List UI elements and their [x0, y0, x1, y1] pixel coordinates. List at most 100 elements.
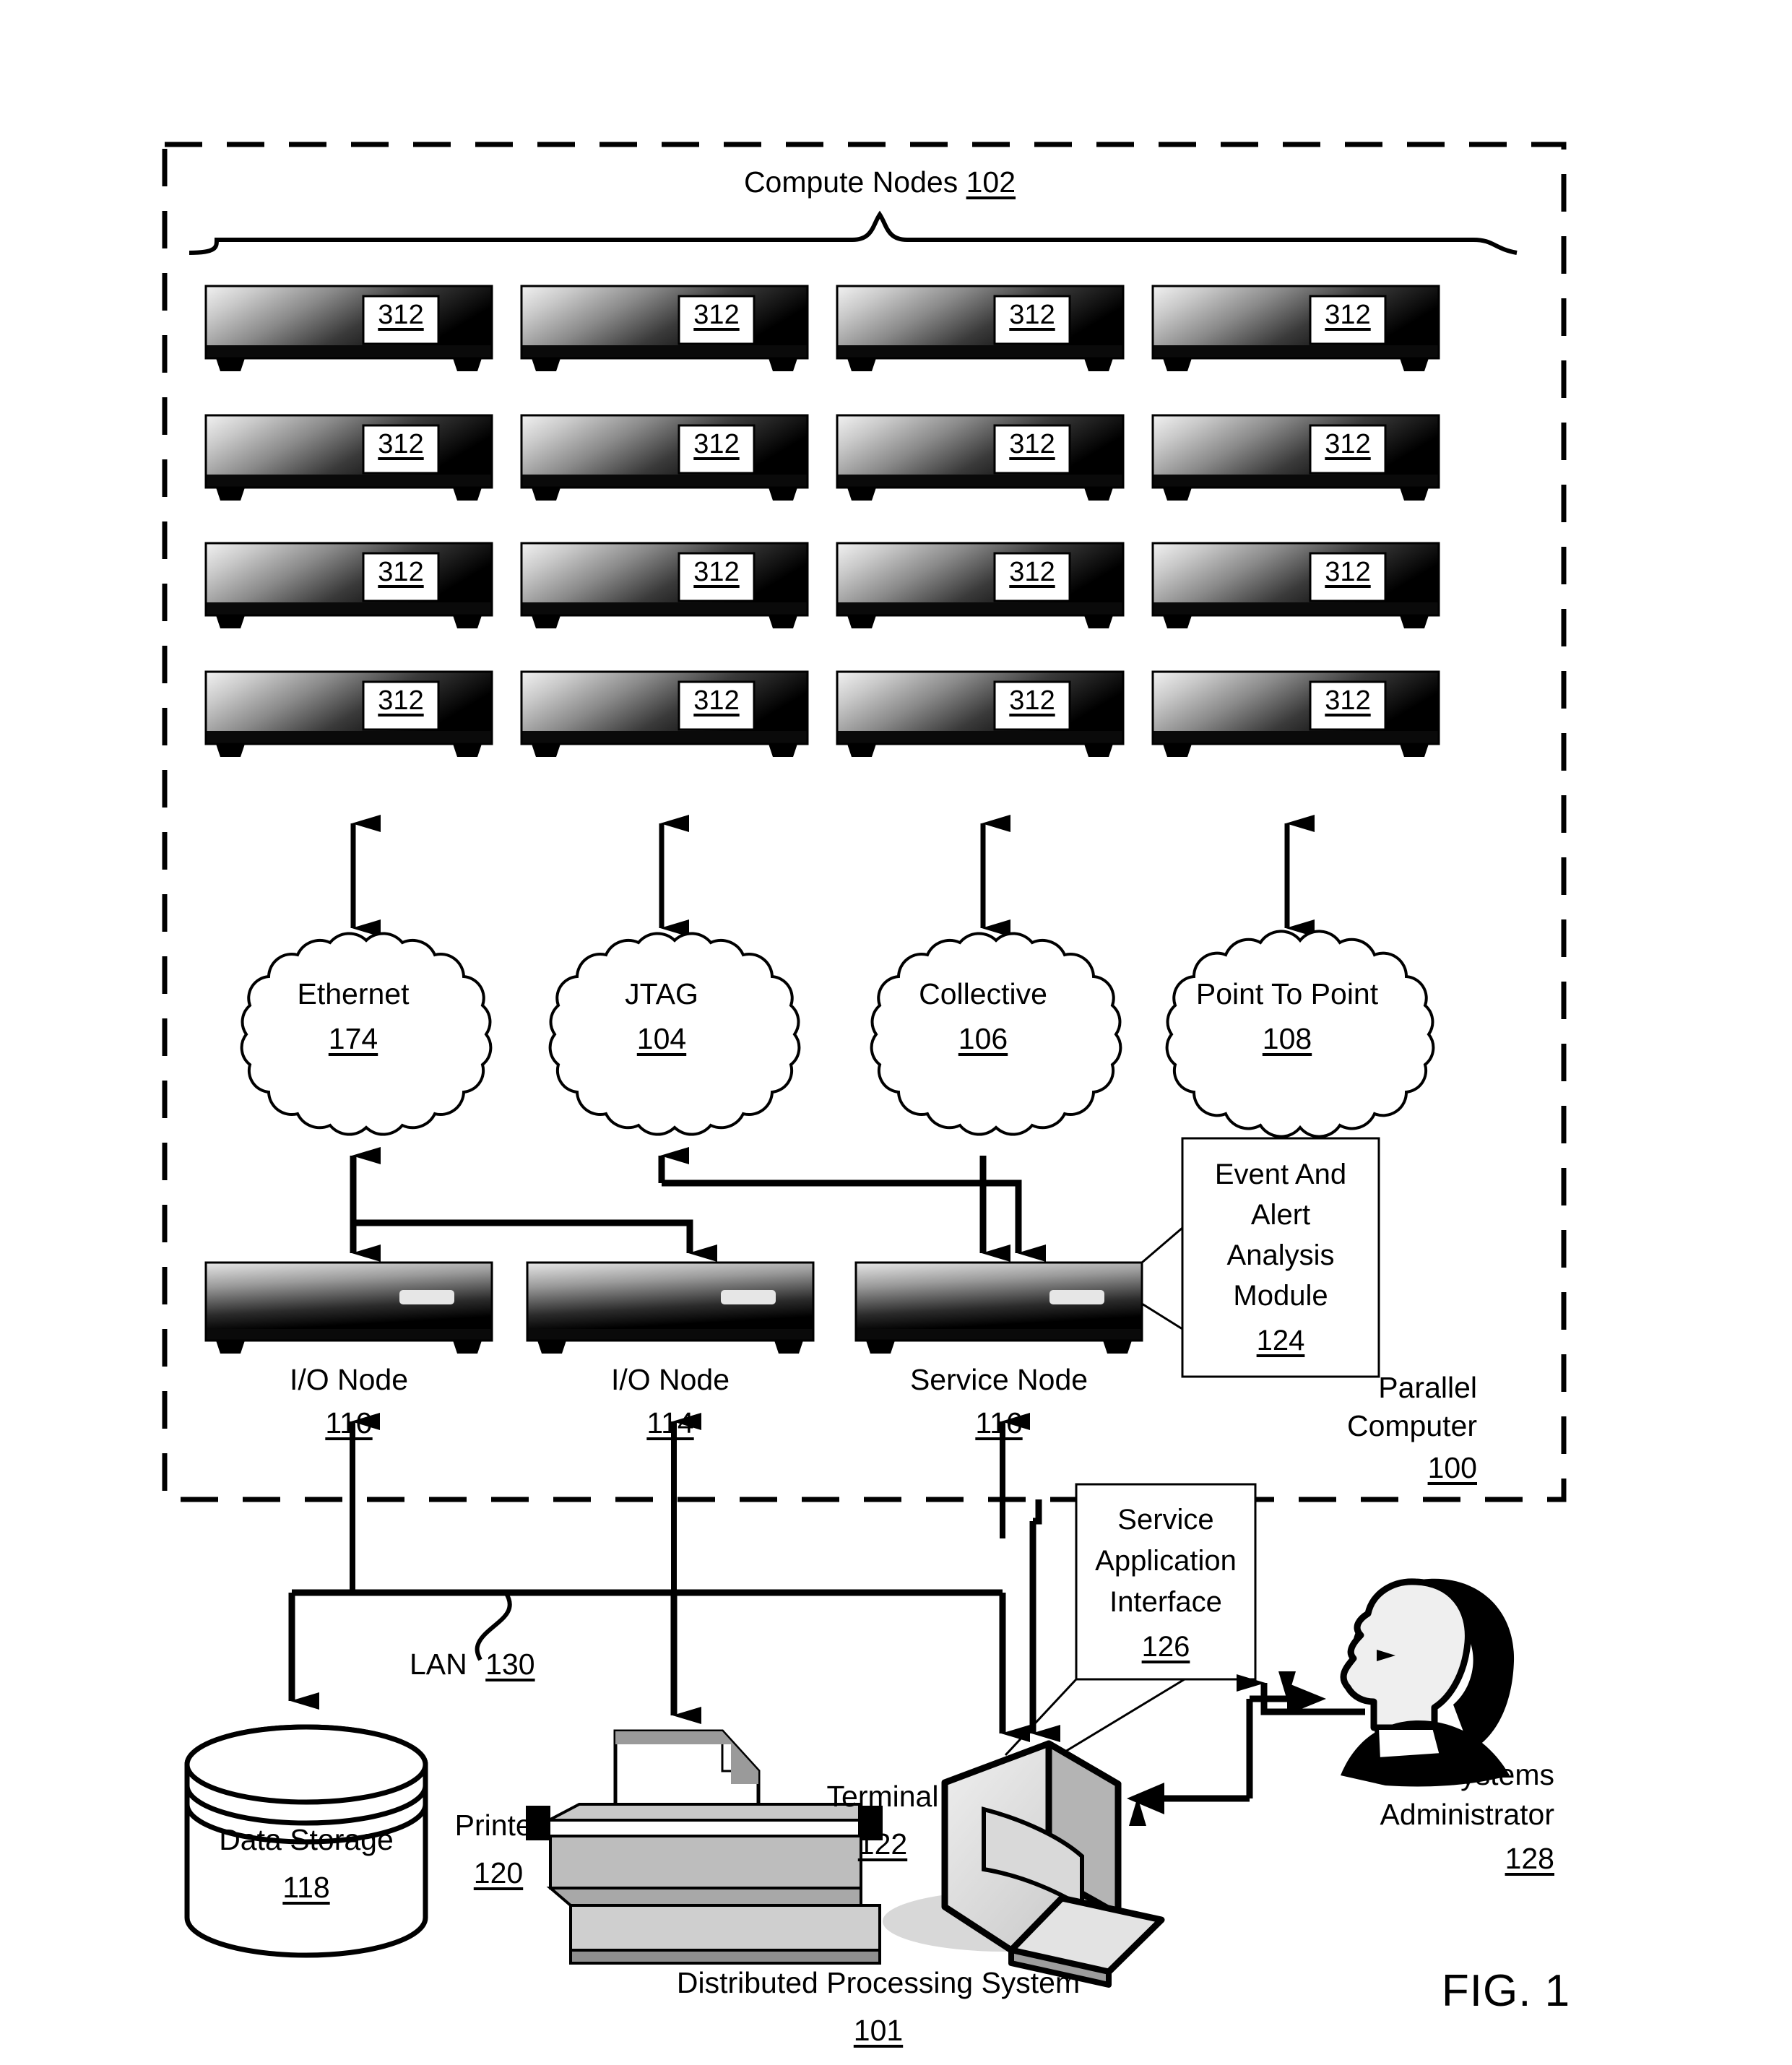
- service-app-interface-text: Service Application Interface 126: [1095, 1499, 1237, 1668]
- terminal-label: Terminal 122: [827, 1777, 939, 1865]
- admin-arrow-head: [1127, 1683, 1326, 1814]
- node-ref: 116: [975, 1406, 1023, 1440]
- compute-nodes-ref: 102: [966, 165, 1016, 199]
- terminal-name: Terminal: [826, 1780, 939, 1813]
- network-label-point-to-point: Point To Point 108: [1196, 977, 1378, 1057]
- terminal-ref: 122: [857, 1827, 908, 1861]
- distributed-processing-system-label: Distributed Processing System 101: [677, 1963, 1080, 2051]
- compute-node-ref: 312: [1325, 557, 1371, 587]
- lan-to-node-arrows: [350, 1413, 1030, 1593]
- module-ref: 126: [1141, 1631, 1190, 1663]
- compute-node: [204, 285, 493, 371]
- node-name: Service Node: [909, 1363, 1088, 1396]
- network-name: Point To Point: [1195, 977, 1379, 1010]
- node-ref: 114: [646, 1406, 694, 1440]
- lan-bus: [288, 1589, 1030, 1742]
- compute-nodes-title: Compute Nodes 102: [744, 165, 1016, 199]
- io-service-node-row: [204, 1261, 1143, 1354]
- compute-node-ref: 312: [378, 300, 424, 330]
- network-ref: 174: [328, 1022, 378, 1056]
- administrator-label: Systems Administrator 128: [1380, 1755, 1554, 1879]
- module-line: Application: [1095, 1544, 1237, 1577]
- event-alert-module-text: Event And Alert Analysis Module 124: [1215, 1154, 1346, 1361]
- lan-label: LAN 130: [410, 1647, 535, 1681]
- parallel-computer-ref: 100: [1427, 1450, 1477, 1484]
- node-to-network-arrows: [350, 815, 1315, 937]
- module-line: Alert: [1250, 1199, 1311, 1231]
- compute-nodes-brace: [189, 210, 1518, 255]
- administrator-line2: Administrator: [1380, 1797, 1554, 1831]
- printer-name: Printer: [454, 1809, 542, 1842]
- compute-node-ref: 312: [693, 557, 740, 587]
- module-ref: 124: [1256, 1325, 1305, 1356]
- io-node-110: [204, 1261, 493, 1354]
- compute-node: [1151, 414, 1440, 501]
- network-name: Ethernet: [297, 977, 410, 1010]
- compute-node: [204, 542, 493, 628]
- node-name: I/O Node: [610, 1363, 730, 1396]
- compute-node: [1151, 542, 1440, 628]
- terminal-feed-arrow: [1029, 1499, 1060, 1742]
- compute-node-ref: 312: [1009, 300, 1055, 330]
- compute-nodes-title-text: Compute Nodes: [743, 165, 958, 199]
- compute-node: [204, 670, 493, 757]
- printer-ref: 120: [473, 1856, 524, 1889]
- module-line: Module: [1233, 1280, 1328, 1312]
- compute-node-ref: 312: [1009, 685, 1055, 716]
- service-node-116: [854, 1261, 1143, 1354]
- data-storage-label: Data Storage 118: [219, 1820, 394, 1908]
- compute-node-ref: 312: [693, 685, 740, 716]
- network-ref: 108: [1262, 1022, 1312, 1056]
- figure-number: FIG. 1: [1441, 1966, 1571, 2016]
- compute-node: [1151, 670, 1440, 757]
- service-node-116-label: Service Node 116: [910, 1362, 1088, 1441]
- system-label-text: Distributed Processing System: [676, 1966, 1081, 1999]
- administrator-line1: Systems: [1440, 1758, 1554, 1791]
- compute-node: [1151, 285, 1440, 371]
- system-ref: 101: [853, 2013, 904, 2047]
- data-storage-ref: 118: [282, 1870, 330, 1904]
- compute-node-ref: 312: [378, 429, 424, 459]
- compute-node-ref: 312: [1009, 557, 1055, 587]
- io-node-110-label: I/O Node 110: [290, 1362, 408, 1441]
- compute-node: [204, 414, 493, 501]
- network-name: JTAG: [625, 977, 698, 1010]
- administrator-ref: 128: [1505, 1841, 1554, 1875]
- node-ref: 110: [325, 1406, 373, 1440]
- compute-node-ref: 312: [693, 300, 740, 330]
- compute-node-ref: 312: [1325, 300, 1371, 330]
- module-line: Interface: [1109, 1585, 1222, 1618]
- network-name: Collective: [919, 977, 1047, 1010]
- network-to-io-connectors: [350, 1147, 1046, 1262]
- compute-node: [836, 670, 1125, 757]
- io-node-114-label: I/O Node 114: [611, 1362, 730, 1441]
- parallel-computer-label: Parallel Computer 100: [1347, 1369, 1477, 1487]
- compute-node-ref: 312: [693, 429, 740, 459]
- admin-terminal-arrows: [1129, 1671, 1365, 1826]
- compute-node: [520, 670, 809, 757]
- patent-figure-1: Compute Nodes 102 312 312 312 312 312 31…: [0, 0, 1792, 2065]
- module-line: Service: [1117, 1504, 1214, 1536]
- compute-node: [520, 285, 809, 371]
- network-label-jtag: JTAG 104: [625, 977, 698, 1057]
- network-label-ethernet: Ethernet 174: [298, 977, 410, 1057]
- compute-node: [520, 414, 809, 501]
- compute-node-ref: 312: [1325, 685, 1371, 716]
- module-line: Event And: [1214, 1159, 1347, 1190]
- compute-node: [836, 542, 1125, 628]
- parallel-computer-line1: Parallel: [1378, 1371, 1477, 1404]
- compute-node: [520, 542, 809, 628]
- lan-ref: 130: [485, 1648, 535, 1681]
- network-ref: 104: [636, 1022, 687, 1056]
- parallel-computer-line2: Computer: [1346, 1409, 1477, 1443]
- compute-node-ref: 312: [1009, 429, 1055, 459]
- compute-node: [836, 414, 1125, 501]
- node-name: I/O Node: [289, 1363, 409, 1396]
- network-label-collective: Collective 106: [919, 977, 1047, 1057]
- compute-node-ref: 312: [378, 685, 424, 716]
- compute-node-ref: 312: [1325, 429, 1371, 459]
- data-storage-name: Data Storage: [219, 1823, 394, 1856]
- module-line: Analysis: [1226, 1239, 1335, 1271]
- compute-node-ref: 312: [378, 557, 424, 587]
- compute-node: [836, 285, 1125, 371]
